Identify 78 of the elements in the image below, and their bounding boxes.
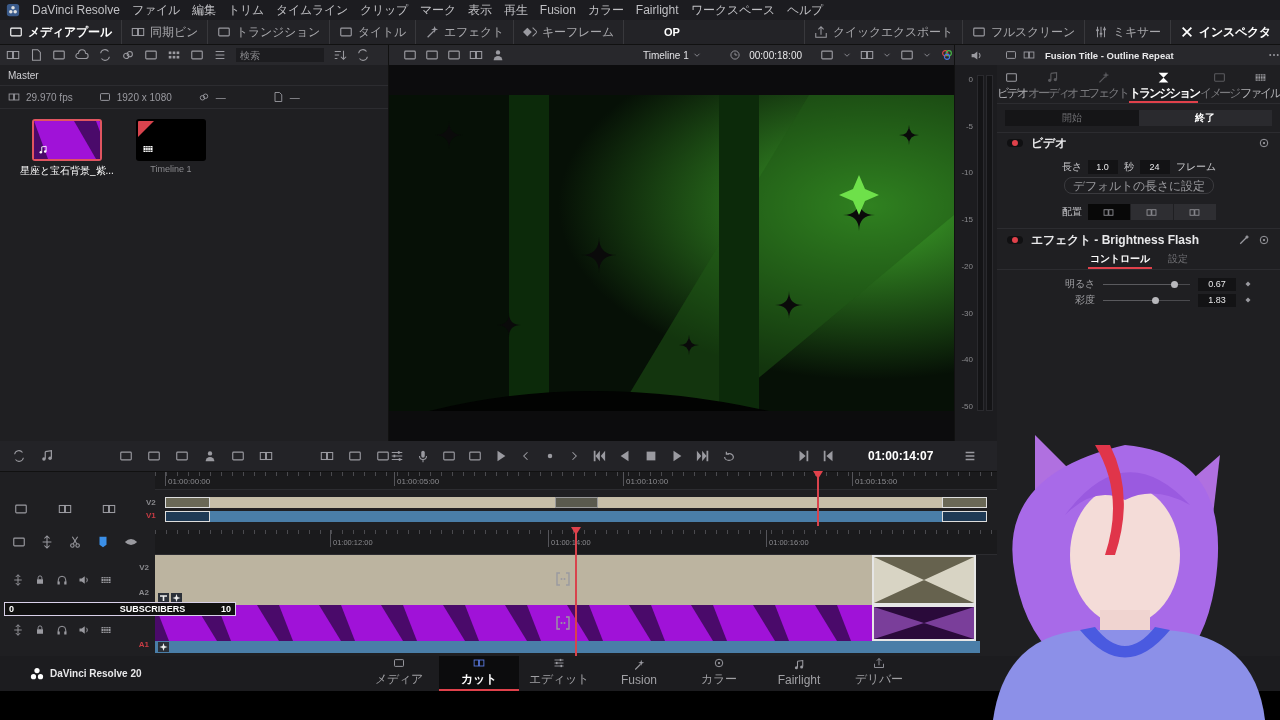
- frame-rate: 29.970 fps: [26, 91, 73, 103]
- menu-item[interactable]: Fairlight: [635, 3, 679, 17]
- toolbar-button[interactable]: メディアプール: [0, 20, 122, 44]
- brand-name: DaVinci Resolve 20: [50, 668, 142, 679]
- menu-item[interactable]: Fusion: [539, 3, 576, 17]
- meter-scale-label: -30: [961, 308, 973, 318]
- menu-item[interactable]: 再生: [503, 1, 528, 19]
- subscriber-min: 0: [9, 604, 14, 614]
- toolbar-button[interactable]: ミキサー: [1084, 20, 1170, 44]
- toolbar-button[interactable]: クイックエクスポート: [804, 20, 962, 44]
- frames-field[interactable]: 24: [1139, 160, 1170, 174]
- effect-tab[interactable]: コントロール: [1087, 251, 1152, 269]
- unit-label: 秒: [1123, 160, 1134, 174]
- subscriber-max: 10: [220, 604, 231, 614]
- meter-scale-label: -40: [961, 355, 973, 365]
- meter-scale-label: -50: [961, 401, 973, 411]
- menu-item[interactable]: クリップ: [359, 1, 408, 19]
- timeline-selector[interactable]: Timeline 1: [643, 49, 702, 61]
- page-tab[interactable]: エディット: [519, 656, 599, 691]
- inspector-tab[interactable]: ファイル: [1240, 67, 1280, 103]
- track-label[interactable]: V2: [139, 563, 149, 572]
- inspector-tab[interactable]: ビデオ: [997, 67, 1027, 103]
- page-tab[interactable]: カット: [439, 656, 519, 691]
- section-title: ビデオ: [1031, 134, 1068, 152]
- column-value: —: [289, 91, 300, 103]
- page-tab[interactable]: Fusion: [599, 656, 679, 691]
- search-field[interactable]: 検索: [236, 48, 324, 62]
- page-tab[interactable]: メディア: [359, 656, 439, 691]
- unit-label: フレーム: [1175, 160, 1216, 174]
- meter-scale-label: 0: [968, 75, 973, 84]
- toolbar-button[interactable]: トランジション: [208, 20, 330, 44]
- subscriber-label: SUBSCRIBERS: [119, 604, 186, 614]
- seconds-field[interactable]: 1.0: [1087, 160, 1118, 174]
- value-field[interactable]: 1.83: [1198, 293, 1236, 307]
- meter-scale-label: -20: [961, 261, 973, 271]
- inspector-title: Fusion Title - Outline Repeat: [1045, 49, 1175, 61]
- segment-button[interactable]: 終了: [1138, 110, 1272, 126]
- parameter-label: 彩度: [1074, 293, 1095, 307]
- toolbar-button[interactable]: キーフレーム: [514, 20, 624, 44]
- ruler-label: 01:00:00:00: [165, 472, 394, 486]
- toolbar-button[interactable]: 同期ビン: [122, 20, 208, 44]
- field-label: 長さ: [1061, 160, 1082, 174]
- track-label[interactable]: A2: [138, 588, 149, 597]
- menu-item[interactable]: タイムライン: [275, 1, 348, 19]
- menu-item[interactable]: カラー: [587, 1, 624, 19]
- menu-item[interactable]: 表示: [467, 1, 492, 19]
- resolution: 1920 x 1080: [116, 91, 172, 103]
- meter-scale-label: -10: [961, 168, 973, 178]
- meter-scale-label: -5: [965, 121, 973, 131]
- inspector-tab[interactable]: トランジション: [1129, 67, 1199, 103]
- menu-item[interactable]: ヘルプ: [786, 1, 823, 19]
- section-title: エフェクト - Brightness Flash: [1031, 231, 1201, 249]
- toolbar-button[interactable]: フルスクリーン: [962, 20, 1084, 44]
- ruler-label: 01:00:05:00: [394, 472, 623, 486]
- bin-name[interactable]: Master: [8, 69, 39, 81]
- column-value: —: [215, 91, 226, 103]
- menu-item[interactable]: 編集: [191, 1, 216, 19]
- menu-item[interactable]: ワークスペース: [690, 1, 775, 19]
- menu-item[interactable]: トリム: [227, 1, 264, 19]
- parameter-label: 明るさ: [1064, 277, 1095, 291]
- toolbar-button[interactable]: インスペクタ: [1170, 20, 1280, 44]
- menu-item[interactable]: マーク: [419, 1, 456, 19]
- segment-button[interactable]: 開始: [1005, 110, 1139, 126]
- playhead-timecode: 01:00:14:07: [868, 449, 934, 463]
- default-length-button[interactable]: デフォルトの長さに設定: [1063, 177, 1214, 194]
- duration-timecode: 00:00:18:00: [749, 49, 802, 61]
- app-name: DaVinci Resolve: [32, 3, 120, 17]
- toolbar-button[interactable]: タイトル: [330, 20, 416, 44]
- project-title: OP: [663, 26, 681, 38]
- page-tab[interactable]: カラー: [679, 656, 759, 691]
- page-tab[interactable]: デリバー: [839, 656, 919, 691]
- value-field[interactable]: 0.67: [1198, 277, 1236, 291]
- track-label[interactable]: V2: [146, 498, 156, 507]
- field-label: 配置: [1061, 205, 1082, 219]
- meter-scale-label: -15: [961, 215, 973, 225]
- page-tab[interactable]: Fairlight: [759, 656, 839, 691]
- menu-item[interactable]: ファイル: [131, 1, 180, 19]
- toolbar-button[interactable]: エフェクト: [416, 20, 514, 44]
